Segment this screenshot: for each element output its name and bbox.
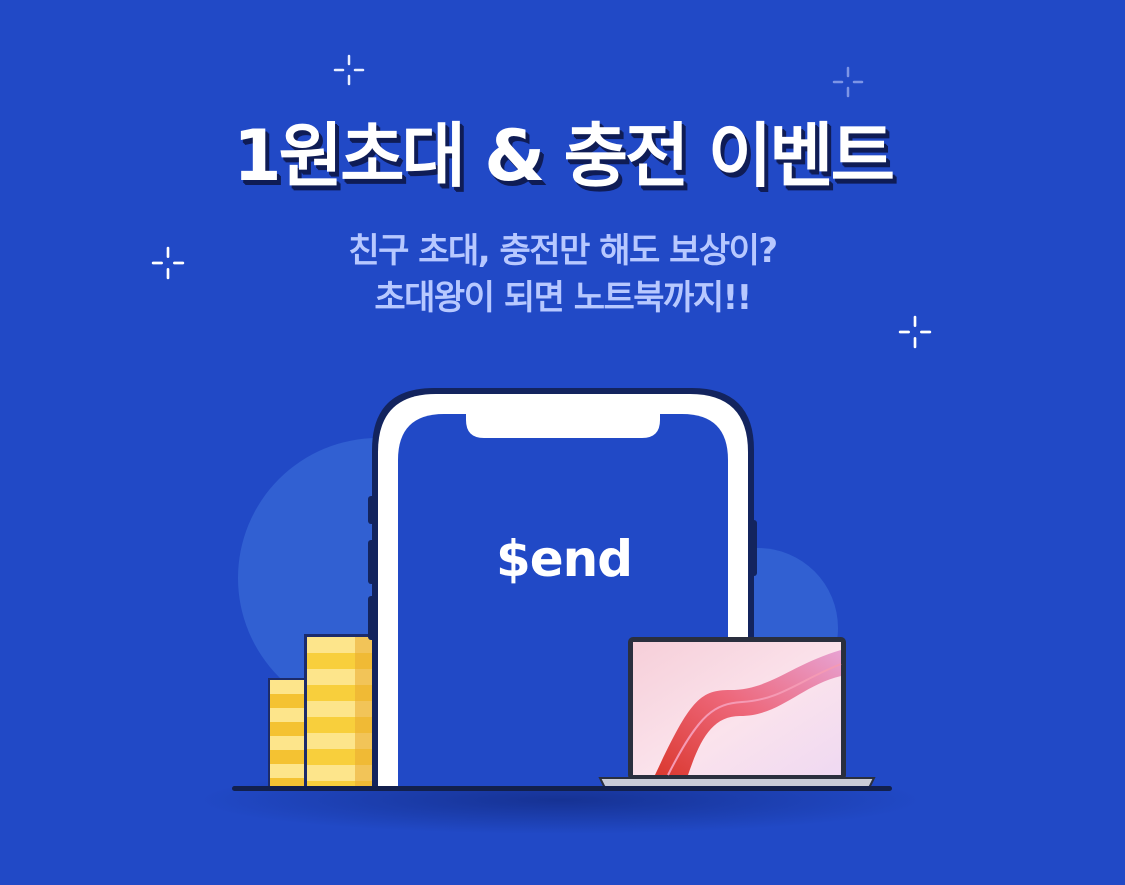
laptop-illustration <box>598 637 876 791</box>
coin-stack-icon <box>268 678 308 788</box>
coin-stack-icon <box>304 634 376 788</box>
event-banner: 1원초대 & 충전 이벤트 친구 초대, 충전만 해도 보상이? 초대왕이 되면… <box>0 0 1125 885</box>
floor-line <box>232 786 892 791</box>
event-illustration <box>200 388 920 834</box>
brand-logo: $end <box>495 530 633 588</box>
